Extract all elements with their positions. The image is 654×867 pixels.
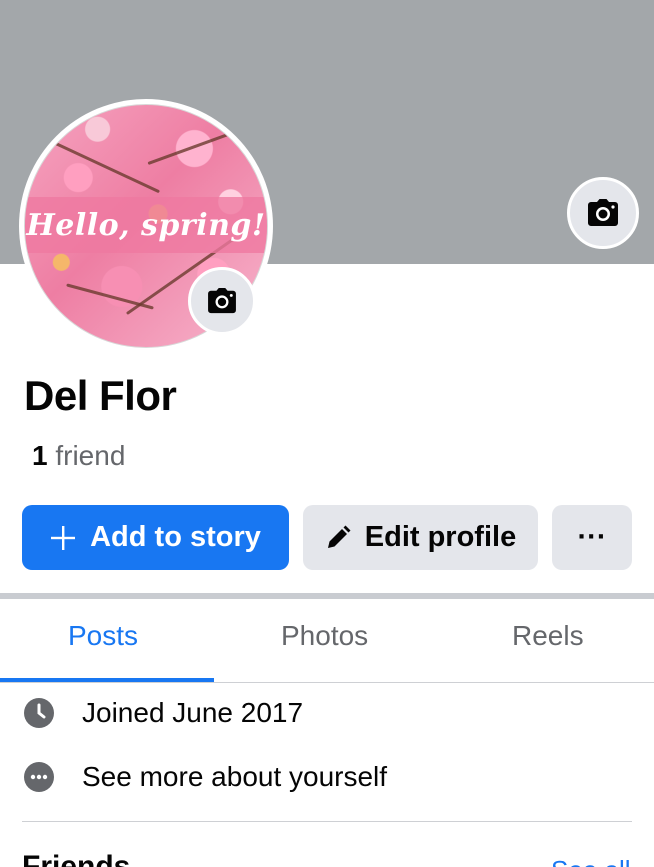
edit-profile-picture-button[interactable] [188,267,256,335]
friend-count[interactable]: 1 friend [32,440,125,472]
friend-count-number: 1 [32,440,48,471]
friends-section-heading: Friends [22,850,131,867]
camera-icon [208,288,236,314]
section-divider [0,593,654,599]
pencil-icon [327,525,351,548]
edit-profile-button[interactable]: Edit profile [303,505,538,570]
plus-icon [51,525,76,550]
details-divider [22,821,632,822]
add-to-story-label: Add to story [90,521,261,553]
see-more-about-row[interactable]: See more about yourself [24,761,387,793]
see-more-about-text: See more about yourself [82,761,388,792]
see-all-friends-link[interactable]: See all [551,855,631,867]
more-dots-icon: ··· [577,521,607,553]
joined-date-row: Joined June 2017 [24,697,303,729]
edit-profile-label: Edit profile [364,521,517,553]
profile-name: Del Flor [24,372,177,419]
tab-photos[interactable]: Photos [281,620,368,652]
camera-icon [588,199,618,226]
add-to-story-button[interactable]: Add to story [22,505,289,570]
tabs-divider [0,682,654,683]
tab-reels[interactable]: Reels [512,620,584,652]
avatar-banner: Hello, spring! [25,197,267,253]
friend-count-label: friend [55,440,126,471]
more-dots-icon [24,762,54,792]
avatar-text: Hello, spring! [26,207,266,243]
edit-cover-button[interactable] [567,177,639,249]
joined-date-text: Joined June 2017 [82,697,304,728]
clock-icon [24,698,54,728]
tab-posts[interactable]: Posts [68,620,138,652]
more-options-button[interactable]: ··· [552,505,632,570]
